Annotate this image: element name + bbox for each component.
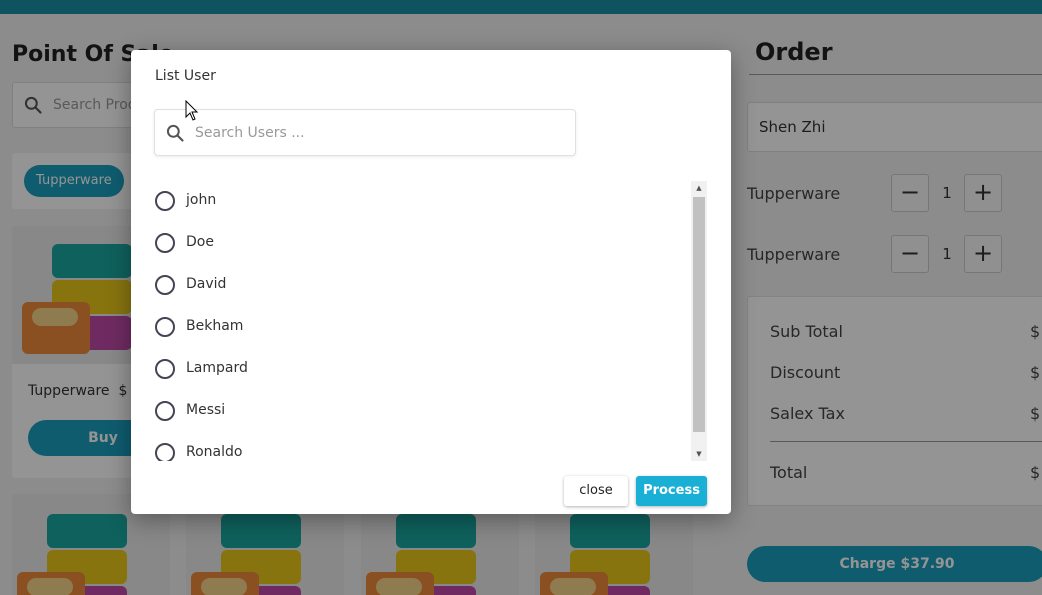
user-search-field[interactable] [154,109,576,156]
radio-icon[interactable] [155,443,175,461]
radio-icon[interactable] [155,233,175,253]
radio-icon[interactable] [155,401,175,421]
radio-icon[interactable] [155,275,175,295]
cursor-icon [185,100,199,121]
user-option[interactable]: Bekham [154,312,654,342]
radio-icon[interactable] [155,191,175,211]
user-option[interactable]: Messi [154,396,654,426]
scroll-down-icon[interactable]: ▼ [691,447,707,461]
user-option[interactable]: David [154,270,654,300]
user-option[interactable]: Ronaldo [154,438,654,461]
search-icon [166,124,184,142]
scroll-up-icon[interactable]: ▲ [691,181,707,195]
user-list: john Doe David Bekham Lampard Messi Rona… [154,181,690,461]
list-user-dialog: List User john Doe David Bekham Lampard … [131,50,731,514]
dialog-title: List User [155,68,216,84]
user-search-input[interactable] [195,122,565,144]
scrollbar-thumb[interactable] [693,197,705,432]
user-option[interactable]: Lampard [154,354,654,384]
radio-icon[interactable] [155,317,175,337]
process-button[interactable]: Process [636,476,707,506]
user-list-scrollbar[interactable]: ▲ ▼ [691,181,707,461]
user-option[interactable]: john [154,186,654,216]
radio-icon[interactable] [155,359,175,379]
user-option[interactable]: Doe [154,228,654,258]
close-button[interactable]: close [564,476,628,506]
